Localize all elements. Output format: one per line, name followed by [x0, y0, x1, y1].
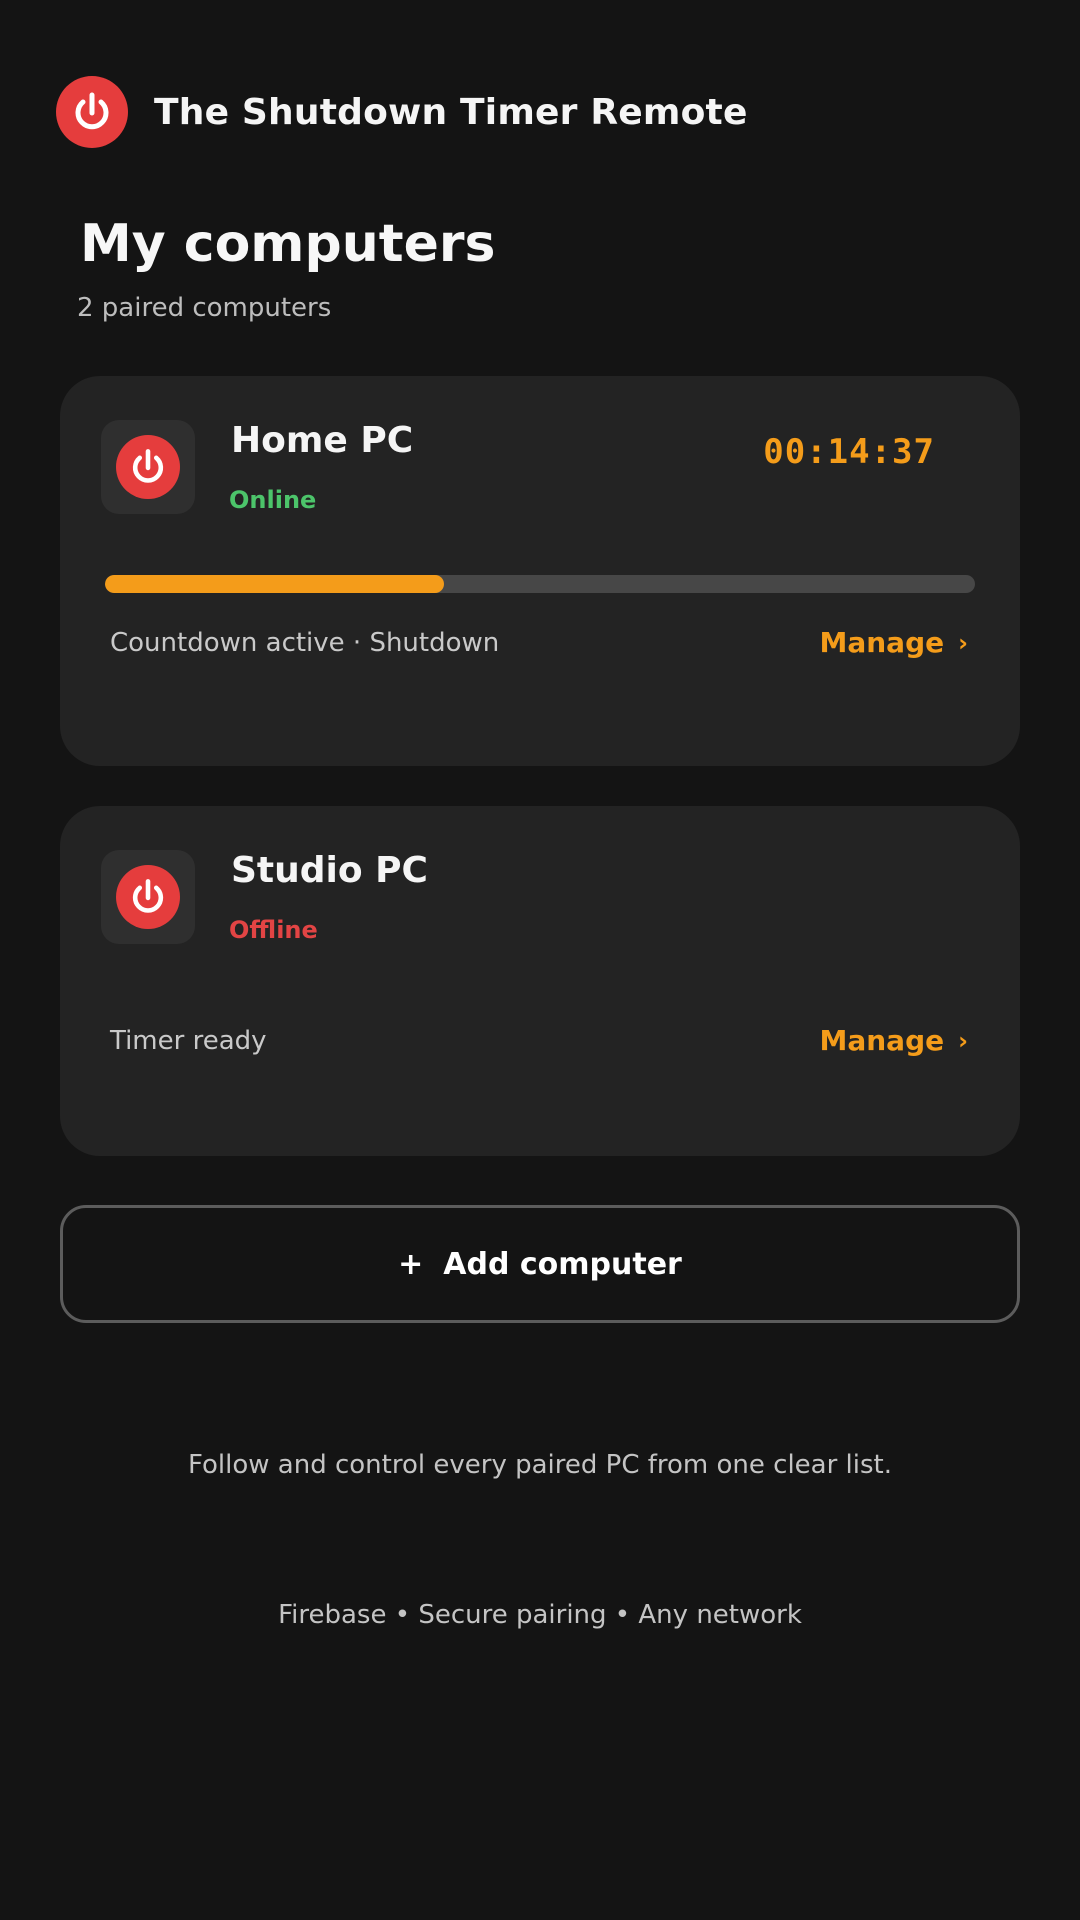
power-icon	[116, 435, 180, 499]
add-computer-label: Add computer	[443, 1246, 682, 1282]
computer-status-note: Countdown active · Shutdown	[110, 628, 500, 658]
app-screen: The Shutdown Timer Remote My computers 2…	[0, 0, 1080, 1920]
page-title: My computers	[80, 214, 496, 274]
manage-label: Manage	[819, 626, 945, 659]
page-subtitle: 2 paired computers	[77, 293, 332, 323]
manage-button[interactable]: Manage ›	[819, 626, 968, 659]
manage-button[interactable]: Manage ›	[819, 1024, 968, 1057]
status-badge: Online	[229, 486, 317, 514]
countdown-progress-fill	[105, 575, 445, 593]
computer-card-studio-pc[interactable]: Studio PC Offline Timer ready Manage ›	[60, 806, 1020, 1156]
chevron-right-icon: ›	[958, 628, 968, 657]
manage-label: Manage	[819, 1024, 945, 1057]
computer-icon-box	[101, 850, 195, 944]
countdown-timer: 00:14:37	[763, 432, 935, 472]
app-title: The Shutdown Timer Remote	[154, 91, 748, 133]
footer-tags: Firebase • Secure pairing • Any network	[278, 1600, 802, 1630]
app-header: The Shutdown Timer Remote	[56, 76, 748, 148]
footer-description: Follow and control every paired PC from …	[187, 1450, 893, 1480]
computer-card-home-pc[interactable]: Home PC Online 00:14:37 Countdown active…	[60, 376, 1020, 766]
computer-status-note: Timer ready	[110, 1026, 267, 1056]
computer-icon-box	[101, 420, 195, 514]
computer-name: Studio PC	[231, 850, 428, 891]
computer-name: Home PC	[231, 420, 414, 461]
countdown-progress-bar	[105, 575, 975, 593]
add-computer-button[interactable]: + Add computer	[60, 1205, 1020, 1323]
plus-icon: +	[398, 1246, 424, 1282]
power-icon	[56, 76, 128, 148]
status-badge: Offline	[229, 916, 318, 944]
power-icon	[116, 865, 180, 929]
chevron-right-icon: ›	[958, 1026, 968, 1055]
